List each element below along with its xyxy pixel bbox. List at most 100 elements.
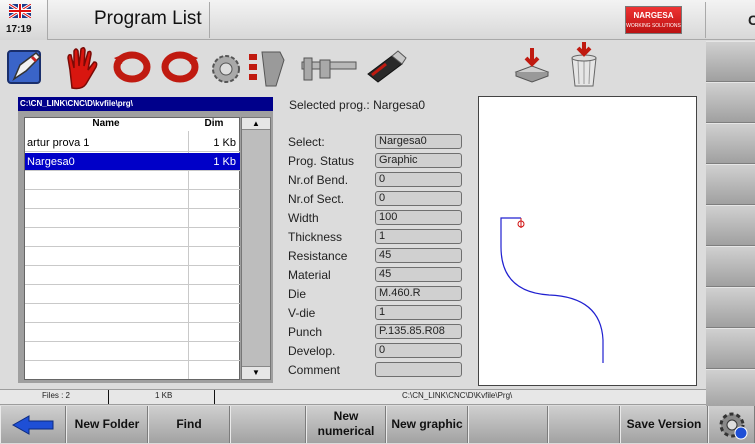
field-nr-bend: 0 [375,172,462,187]
bend-profile-graphic [500,217,604,363]
side-button-9[interactable] [706,369,755,410]
profile-preview [478,96,697,386]
field-comment [375,362,462,377]
field-develop: 0 [375,343,462,358]
new-numerical-line1: New [333,409,359,423]
column-header-name[interactable]: Name [24,117,188,131]
settings-button[interactable] [708,406,755,443]
uk-flag-icon [9,4,31,18]
table-row-empty[interactable] [25,172,240,190]
selected-program-label: Selected prog.: [289,98,370,112]
find-button[interactable]: Find [148,406,230,443]
trash-icon[interactable] [566,42,602,88]
table-row-empty[interactable] [25,229,240,247]
brand-logo: NARGESA WORKING SOLUTIONS [625,6,682,34]
field-v-die: 1 [375,305,462,320]
side-button-6[interactable] [706,246,755,287]
label-comment: Comment [288,363,341,377]
brand-name: NARGESA [633,11,674,20]
side-button-5[interactable] [706,205,755,246]
label-punch: Punch [288,325,323,339]
list-edit-icon[interactable] [246,48,290,88]
side-button-1[interactable] [706,41,755,82]
field-material: 45 [375,267,462,282]
label-die: Die [288,287,307,301]
file-name: artur prova 1 [27,137,90,149]
hand-icon[interactable] [62,46,102,90]
blank-button-1[interactable] [230,406,306,443]
table-row-empty[interactable] [25,324,240,342]
side-button-4[interactable] [706,164,755,205]
clock: 17:19 [6,24,32,35]
table-row-empty[interactable] [25,305,240,323]
usb-icon[interactable] [364,50,408,84]
table-row-empty[interactable] [25,248,240,266]
gear-icon [719,412,747,440]
header-divider [209,2,210,38]
back-button[interactable] [0,406,66,443]
status-size: 1 KB [155,391,173,400]
blank-button-3[interactable] [548,406,620,443]
label-select: Select: [288,135,325,149]
field-nr-sect: 0 [375,191,462,206]
side-button-3[interactable] [706,123,755,164]
new-numerical-line2: numerical [317,424,375,438]
status-path: C:\CN_LINK\CNC\D\Kvfile\Prg\ [402,391,513,400]
label-material: Material [288,268,331,282]
selected-program-value: Nargesa0 [373,98,426,112]
rotate-left-icon[interactable] [112,50,152,84]
rotate-right-icon[interactable] [160,50,200,84]
brand-tagline: WORKING SOLUTIONS [626,23,681,29]
label-prog-status: Prog. Status [288,154,355,168]
status-file-count: Files : 2 [42,391,71,400]
header-divider-right [705,2,706,38]
scroll-down-button[interactable]: ▼ [242,366,270,379]
new-numerical-button[interactable]: New numerical [306,406,386,443]
field-width: 100 [375,210,462,225]
new-folder-button[interactable]: New Folder [66,406,148,443]
field-die: M.460.R [375,286,462,301]
scrollbar[interactable] [241,117,271,380]
header-right-label: C [748,12,755,28]
status-divider [108,390,109,404]
save-version-button[interactable]: Save Version [620,406,708,443]
label-nr-bend: Nr.of Bend. [288,173,349,187]
table-row-selected[interactable]: Nargesa0 1 Kb [25,153,240,171]
side-button-2[interactable] [706,82,755,123]
file-name: Nargesa0 [27,156,75,168]
field-resistance: 45 [375,248,462,263]
caliper-icon[interactable] [298,54,360,84]
column-header-dim[interactable]: Dim [188,117,240,131]
field-select: Nargesa0 [375,134,462,149]
new-graphic-button[interactable]: New graphic [386,406,468,443]
scroll-up-button[interactable]: ▲ [242,118,270,130]
table-row[interactable]: artur prova 1 1 Kb [25,134,240,152]
save-icon[interactable] [512,46,552,86]
table-row-empty[interactable] [25,286,240,304]
side-button-7[interactable] [706,287,755,328]
label-nr-sect: Nr.of Sect. [288,192,345,206]
edit-icon[interactable] [6,47,48,87]
table-row-empty[interactable] [25,343,240,361]
label-develop: Develop. [288,344,336,358]
label-resistance: Resistance [288,249,348,263]
side-button-8[interactable] [706,328,755,369]
field-prog-status: Graphic [375,153,462,168]
path-bar: C:\CN_LINK\CNC\D\kvfile\prg\ [18,97,273,111]
file-dim: 1 Kb [213,156,236,168]
table-row-empty[interactable] [25,191,240,209]
file-dim: 1 Kb [213,137,236,149]
label-width: Width [288,211,319,225]
selected-program: Selected prog.: Nargesa0 [289,98,425,112]
blank-button-2[interactable] [468,406,548,443]
tools-icon[interactable] [208,52,244,86]
page-title: Program List [94,8,202,29]
table-row-empty[interactable] [25,210,240,228]
field-thickness: 1 [375,229,462,244]
label-thickness: Thickness [288,230,343,244]
status-bar [0,389,706,405]
status-divider [214,390,215,404]
back-arrow-icon [11,415,54,435]
label-v-die: V-die [288,306,316,320]
table-row-empty[interactable] [25,267,240,285]
